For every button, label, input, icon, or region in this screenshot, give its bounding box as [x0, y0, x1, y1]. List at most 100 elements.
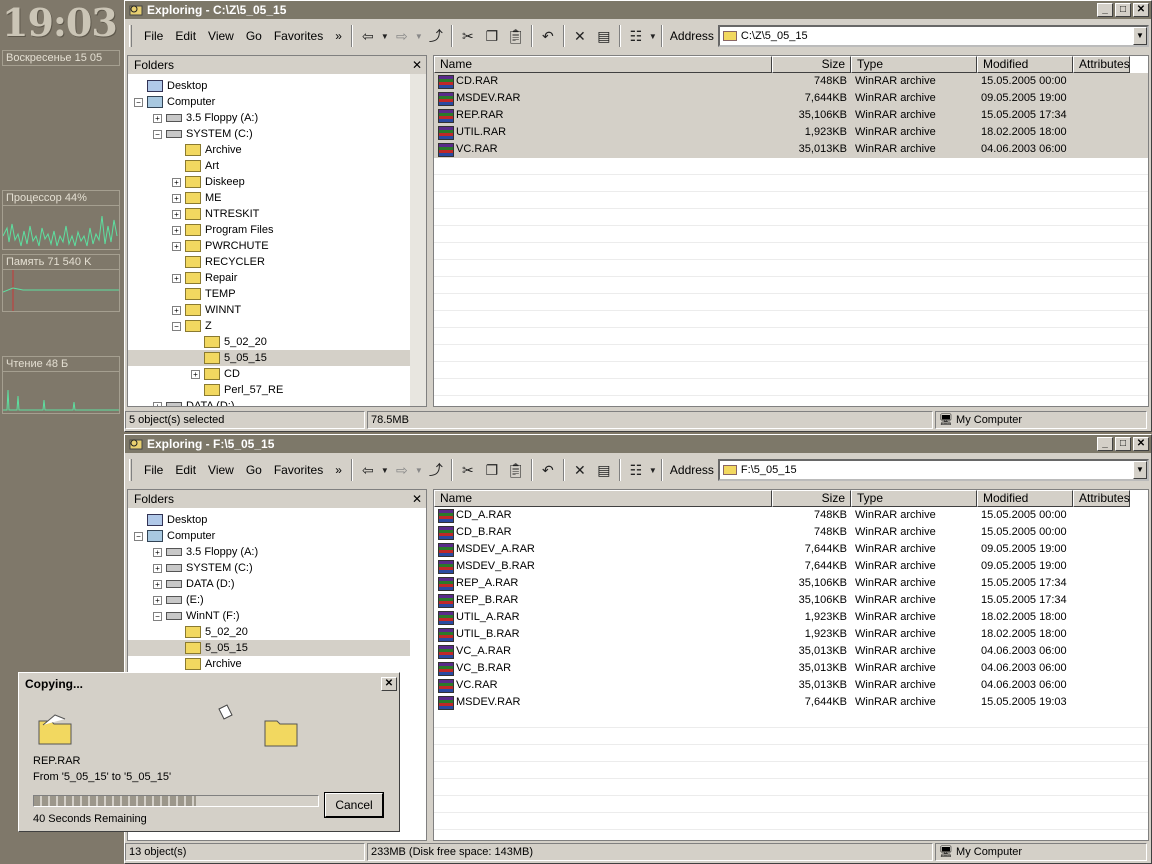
file-row[interactable]: MSDEV_B.RAR 7,644KB WinRAR archive 09.05.20… [434, 558, 1148, 575]
cut-icon[interactable]: ✂ [456, 25, 480, 47]
collapse-icon[interactable]: − [153, 611, 162, 621]
expand-icon[interactable]: + [172, 241, 181, 251]
file-row[interactable]: CD_A.RAR 748KB WinRAR archive 15.05.2005 00… [434, 507, 1148, 524]
maximize-button[interactable]: □ [1115, 437, 1131, 451]
title-bar[interactable]: Exploring - F:\5_05_15 _ □ ✕ [125, 435, 1151, 453]
tree-node[interactable]: RECYCLER [128, 254, 410, 270]
views-dropdown-icon[interactable]: ▼ [648, 25, 658, 47]
file-row[interactable]: UTIL.RAR 1,923KB WinRAR archive 18.02.2005 … [434, 124, 1148, 141]
col-name[interactable]: Name [434, 490, 772, 507]
views-icon[interactable]: ☷ [624, 459, 648, 481]
tree-node[interactable]: Desktop [128, 78, 410, 94]
tree-node[interactable]: Desktop [128, 512, 410, 528]
tree-node[interactable]: + SYSTEM (C:) [128, 560, 410, 576]
col-type[interactable]: Type [851, 56, 977, 73]
col-attributes[interactable]: Attributes [1073, 490, 1130, 507]
cut-icon[interactable]: ✂ [456, 459, 480, 481]
tree-node[interactable]: + Program Files [128, 222, 410, 238]
menu-go[interactable]: Go [240, 29, 268, 43]
file-row[interactable]: REP_B.RAR 35,106KB WinRAR archive 15.05.200… [434, 592, 1148, 609]
up-folder-icon[interactable]: ⤴ [424, 459, 448, 481]
delete-icon[interactable]: ✕ [568, 459, 592, 481]
dialog-close-button[interactable]: ✕ [381, 677, 397, 691]
tree-node[interactable]: − Z [128, 318, 410, 334]
dialog-title-bar[interactable]: Copying... ✕ [21, 675, 397, 693]
menu-edit[interactable]: Edit [169, 29, 202, 43]
file-row[interactable]: MSDEV.RAR 7,644KB WinRAR archive 09.05.2005… [434, 90, 1148, 107]
tree-node[interactable]: − Computer [128, 94, 410, 110]
file-row[interactable]: REP_A.RAR 35,106KB WinRAR archive 15.05.200… [434, 575, 1148, 592]
close-pane-icon[interactable]: ✕ [412, 492, 422, 506]
forward-icon[interactable]: ⇨ [390, 25, 414, 47]
address-dropdown-icon[interactable]: ▼ [1133, 27, 1147, 45]
tree-node[interactable]: − Computer [128, 528, 410, 544]
menu-view[interactable]: View [202, 463, 240, 477]
menu-file[interactable]: File [138, 29, 169, 43]
tree-node[interactable]: − SYSTEM (C:) [128, 126, 410, 142]
expand-icon[interactable]: + [153, 563, 162, 573]
file-row[interactable]: UTIL_A.RAR 1,923KB WinRAR archive 18.02.200… [434, 609, 1148, 626]
file-row[interactable]: CD.RAR 748KB WinRAR archive 15.05.2005 00:0… [434, 73, 1148, 90]
tree-node[interactable]: + (E:) [128, 592, 410, 608]
close-pane-icon[interactable]: ✕ [412, 58, 422, 72]
col-size[interactable]: Size [772, 56, 851, 73]
tree-node[interactable]: Archive [128, 142, 410, 158]
address-field[interactable]: C:\Z\5_05_15 ▼ [717, 25, 1149, 47]
maximize-button[interactable]: □ [1115, 3, 1131, 17]
forward-dropdown-icon[interactable]: ▼ [414, 25, 424, 47]
address-dropdown-icon[interactable]: ▼ [1133, 461, 1147, 479]
title-bar[interactable]: Exploring - C:\Z\5_05_15 _ □ ✕ [125, 1, 1151, 19]
col-attributes[interactable]: Attributes [1073, 56, 1130, 73]
menu-edit[interactable]: Edit [169, 463, 202, 477]
file-row[interactable]: MSDEV_A.RAR 7,644KB WinRAR archive 09.05.20… [434, 541, 1148, 558]
menu-favorites[interactable]: Favorites [268, 463, 329, 477]
minimize-button[interactable]: _ [1097, 437, 1113, 451]
tree-node[interactable]: + Repair [128, 270, 410, 286]
close-button[interactable]: ✕ [1133, 3, 1149, 17]
expand-icon[interactable]: + [172, 305, 181, 315]
col-name[interactable]: Name [434, 56, 772, 73]
file-row[interactable]: VC.RAR 35,013KB WinRAR archive 04.06.2003 0… [434, 677, 1148, 694]
collapse-icon[interactable]: − [134, 97, 143, 107]
address-field[interactable]: F:\5_05_15 ▼ [717, 459, 1149, 481]
expand-icon[interactable]: + [172, 177, 181, 187]
tree-node[interactable]: 5_02_20 [128, 624, 410, 640]
col-size[interactable]: Size [772, 490, 851, 507]
tree-node[interactable]: + NTRESKIT [128, 206, 410, 222]
cancel-button[interactable]: Cancel [324, 792, 384, 818]
paste-icon[interactable]: 📋︎ [504, 25, 528, 47]
tree-node[interactable]: + DATA (D:) [128, 576, 410, 592]
col-modified[interactable]: Modified [977, 56, 1073, 73]
menu-file[interactable]: File [138, 463, 169, 477]
up-folder-icon[interactable]: ⤴ [424, 25, 448, 47]
expand-icon[interactable]: + [153, 579, 162, 589]
paste-icon[interactable]: 📋︎ [504, 459, 528, 481]
tree-node[interactable]: Perl_57_RE [128, 382, 410, 398]
menu-favorites[interactable]: Favorites [268, 29, 329, 43]
back-icon[interactable]: ⇦ [356, 25, 380, 47]
file-row[interactable]: VC_B.RAR 35,013KB WinRAR archive 04.06.2003… [434, 660, 1148, 677]
expand-icon[interactable]: + [172, 225, 181, 235]
tree-node[interactable]: +3.5 Floppy (A:) [128, 544, 410, 560]
file-row[interactable]: VC_A.RAR 35,013KB WinRAR archive 04.06.2003… [434, 643, 1148, 660]
properties-icon[interactable]: ▤ [592, 25, 616, 47]
menu-go[interactable]: Go [240, 463, 268, 477]
forward-dropdown-icon[interactable]: ▼ [414, 459, 424, 481]
expand-icon[interactable]: + [153, 401, 162, 406]
file-row[interactable]: VC.RAR 35,013KB WinRAR archive 04.06.2003 0… [434, 141, 1148, 158]
tree-node[interactable]: + WINNT [128, 302, 410, 318]
col-type[interactable]: Type [851, 490, 977, 507]
copy-icon[interactable]: ❐ [480, 25, 504, 47]
properties-icon[interactable]: ▤ [592, 459, 616, 481]
file-row[interactable]: CD_B.RAR 748KB WinRAR archive 15.05.2005 00… [434, 524, 1148, 541]
back-icon[interactable]: ⇦ [356, 459, 380, 481]
collapse-icon[interactable]: − [134, 531, 143, 541]
col-modified[interactable]: Modified [977, 490, 1073, 507]
undo-icon[interactable]: ↶ [536, 25, 560, 47]
tree-scrollbar[interactable] [410, 74, 426, 406]
tree-node[interactable]: − WinNT (F:) [128, 608, 410, 624]
file-row[interactable]: UTIL_B.RAR 1,923KB WinRAR archive 18.02.200… [434, 626, 1148, 643]
tree-node[interactable]: 5_05_15 [128, 640, 410, 656]
back-dropdown-icon[interactable]: ▼ [380, 25, 390, 47]
close-button[interactable]: ✕ [1133, 437, 1149, 451]
